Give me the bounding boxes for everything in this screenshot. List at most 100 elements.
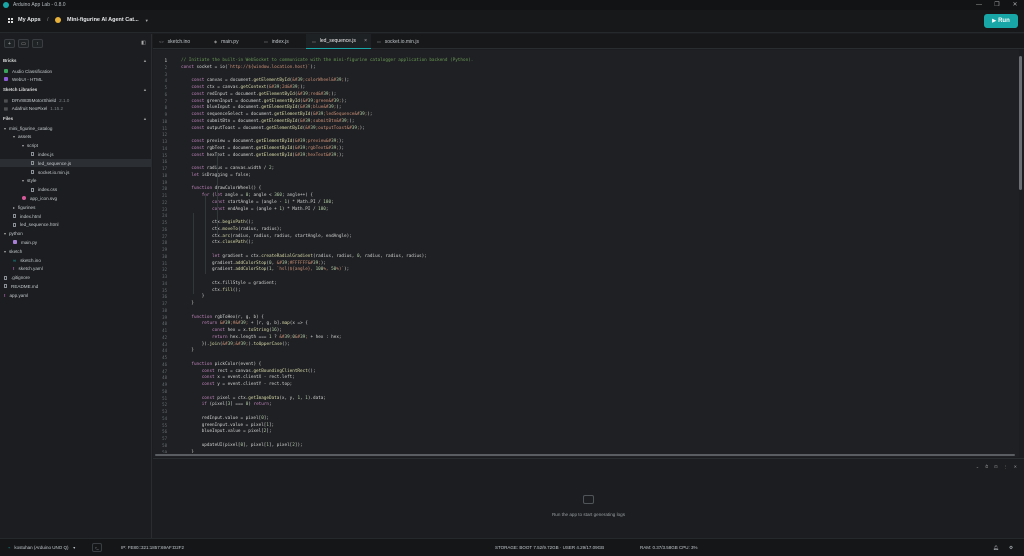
file-tree-item[interactable]: led_sequence.js xyxy=(0,159,151,168)
terminal-toggle-button[interactable]: ›_ xyxy=(92,543,102,552)
new-file-button[interactable]: + xyxy=(4,39,15,48)
code-line: } xyxy=(181,348,194,354)
timer-icon[interactable]: ⏱ xyxy=(985,464,988,469)
libraries-title: Sketch Libraries xyxy=(3,87,38,92)
library-item[interactable]: ▤ Adafruit NeoPixel 1.15.2 xyxy=(0,104,151,112)
close-panel-icon[interactable]: ✕ xyxy=(1014,464,1017,469)
file-tree-item[interactable]: index.css xyxy=(0,186,151,194)
brick-label: Audio Classification xyxy=(12,68,53,74)
file-tree-item[interactable]: ▾ script xyxy=(0,142,151,150)
code-editor[interactable]: 1 2 3 4 5 6 7 8 9 10 11 12 13 14 15 16 17 18 19 20 21 22 23 24 2… xyxy=(153,50,1019,453)
files-title-chevron-icon[interactable]: ▲ xyxy=(143,116,147,121)
file-tree-item[interactable]: ! sketch.yaml xyxy=(0,265,151,273)
file-tree-item[interactable]: ∞ sketch.ino xyxy=(0,256,151,264)
tab-led_sequence-js[interactable]: ▭ led_sequence.js × xyxy=(306,34,371,49)
file-icon xyxy=(31,161,34,166)
file-tree-item[interactable]: socket.io.min.js xyxy=(0,168,151,176)
upload-button[interactable]: ↑ xyxy=(32,39,43,48)
code-line: ctx.fill(); xyxy=(181,287,241,293)
library-version: 2.1.0 xyxy=(59,97,70,103)
board-selector[interactable]: ⌁ kostuhan (Arduino UNO Q) ▼ xyxy=(8,545,76,550)
close-window-button[interactable]: ✕ xyxy=(1006,0,1024,10)
bell-icon[interactable]: 🔔︎ xyxy=(993,545,999,551)
files-title: Files xyxy=(3,116,14,121)
line-number: 41 xyxy=(162,328,167,333)
code-line: const canvas = document.getElementById(&… xyxy=(191,78,350,84)
file-tab-icon: ▭ xyxy=(264,39,268,44)
line-number: 1 xyxy=(164,58,167,63)
libraries-title-chevron-icon[interactable]: ▲ xyxy=(143,87,147,92)
run-button[interactable]: ▶ Run xyxy=(984,14,1018,28)
breadcrumb-separator: / xyxy=(47,17,49,23)
line-number: 45 xyxy=(162,355,167,360)
file-tree-item[interactable]: .gitignore xyxy=(0,274,151,282)
line-number: 30 xyxy=(162,253,167,259)
my-apps-link[interactable]: My Apps xyxy=(8,17,41,23)
file-tree-item[interactable]: app_icon.svg xyxy=(0,194,151,202)
code-line: } xyxy=(181,301,194,306)
line-number: 26 xyxy=(162,226,167,232)
line-number: 54 xyxy=(162,415,167,421)
file-tree-item[interactable]: ▾ assets xyxy=(0,133,151,141)
line-number: 13 xyxy=(162,139,167,144)
file-tree-item[interactable]: led_sequence.html xyxy=(0,221,151,229)
new-folder-button[interactable]: ▭ xyxy=(18,39,29,48)
editor-horizontal-scrollbar[interactable] xyxy=(153,453,1019,457)
file-tree-item[interactable]: ▾ mini_figurine_catalog xyxy=(0,124,151,132)
line-number: 22 xyxy=(162,199,167,205)
tab-label: sketch.ino xyxy=(167,38,191,45)
tab-main-py[interactable]: ◆ main.py xyxy=(208,34,258,49)
file-tree-item[interactable]: ! app.yaml xyxy=(0,291,151,299)
code-line: return hex.length === 1 ? &#39;0&#39; + … xyxy=(212,334,342,340)
close-tab-icon[interactable]: × xyxy=(364,38,367,44)
code-line: const hexText = document.getElementById(… xyxy=(191,152,345,158)
collapse-sidebar-icon[interactable]: ◧ xyxy=(138,39,149,48)
file-tree-item[interactable]: index.js xyxy=(0,150,151,158)
tab-sketch-ino[interactable]: <> sketch.ino xyxy=(153,34,208,49)
line-number: 33 xyxy=(162,274,167,279)
library-item[interactable]: ▤ DRV8835MotorShield 2.1.0 xyxy=(0,96,151,104)
file-tree-item[interactable]: README.md xyxy=(0,282,151,290)
file-tree-item[interactable]: index.html xyxy=(0,212,151,220)
image-icon xyxy=(22,196,26,201)
file-tree-item[interactable]: ▾ python xyxy=(0,230,151,238)
line-number: 2 xyxy=(164,64,167,70)
file-tree-item[interactable]: ▾ style xyxy=(0,177,151,185)
monitor-icon[interactable]: ⊡ xyxy=(994,464,997,469)
code-line: const blueInput = document.getElementByI… xyxy=(191,105,342,111)
brick-item[interactable]: WebUI - HTML xyxy=(0,75,151,83)
file-label: main.py xyxy=(21,239,38,245)
tab-socket-io-min-js[interactable]: ▭ socket.io.min.js xyxy=(371,34,429,49)
line-number: 40 xyxy=(162,321,167,327)
project-name: Mini-figurine AI Agent Cat... xyxy=(67,17,139,23)
code-line: const rect = canvas.getBoundingClientRec… xyxy=(201,368,316,374)
bricks-title-chevron-icon[interactable]: ▲ xyxy=(143,58,147,63)
editor-vertical-scrollbar[interactable] xyxy=(1019,56,1022,190)
project-selector[interactable]: Mini-figurine AI Agent Cat... ▼ xyxy=(55,17,149,23)
line-number: 44 xyxy=(162,348,167,354)
brick-item[interactable]: Audio Classification xyxy=(0,67,151,75)
line-number: 27 xyxy=(162,233,167,239)
tab-index-js[interactable]: ▭ index.js xyxy=(258,34,306,49)
settings-icon[interactable]: ⚙ xyxy=(1009,545,1013,551)
run-label: Run xyxy=(998,18,1010,24)
file-tree-item[interactable]: main.py xyxy=(0,238,151,246)
library-version: 1.15.2 xyxy=(50,105,64,111)
code-line: let isDragging = false; xyxy=(191,172,251,178)
line-number: 16 xyxy=(162,159,167,165)
file-label: style xyxy=(27,178,37,184)
collapse-panel-icon[interactable]: ⌄ xyxy=(976,464,979,469)
code-line: const hex = x.toString(16); xyxy=(212,328,282,333)
sidebar: + ▭ ↑ ◧ Bricks ▲ Audio Classification WebUI… xyxy=(0,34,152,538)
my-apps-label: My Apps xyxy=(18,17,41,23)
file-tree-item[interactable]: ▸ figurines xyxy=(0,203,151,211)
terminal-icon: ›_ xyxy=(95,545,99,550)
more-icon[interactable]: ⋮ xyxy=(1004,464,1008,469)
line-number: 32 xyxy=(162,267,167,273)
library-icon: ▤ xyxy=(4,105,8,111)
bricks-title: Bricks xyxy=(3,58,17,63)
file-tree-item[interactable]: ▾ sketch xyxy=(0,247,151,255)
line-number: 3 xyxy=(164,71,167,77)
minimize-button[interactable]: — xyxy=(970,0,988,10)
maximize-button[interactable]: ❐ xyxy=(988,0,1006,10)
